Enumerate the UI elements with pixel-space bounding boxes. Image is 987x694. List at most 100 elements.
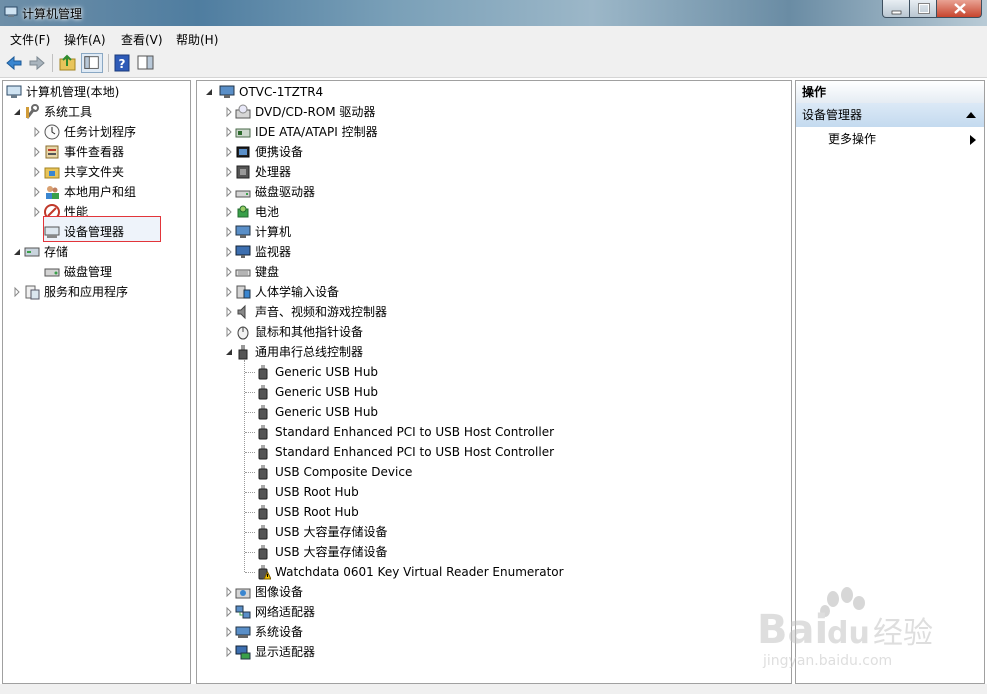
expand-toggle[interactable] (225, 222, 233, 242)
expand-toggle[interactable] (225, 182, 233, 202)
tree-item-label: Generic USB Hub (275, 385, 379, 399)
device-category[interactable]: 监视器 (197, 242, 597, 262)
more-actions-item[interactable]: 更多操作 (828, 129, 876, 149)
services-icon (25, 285, 40, 300)
expand-toggle[interactable] (225, 102, 233, 122)
expand-toggle[interactable] (33, 182, 41, 202)
usb-device-item[interactable]: Watchdata 0601 Key Virtual Reader Enumer… (197, 562, 717, 582)
expand-toggle[interactable] (225, 342, 233, 362)
expand-toggle[interactable] (225, 602, 233, 622)
tree-item-label: 系统设备 (255, 625, 304, 639)
expand-toggle[interactable] (225, 282, 233, 302)
nav-tree-item[interactable]: 共享文件夹 (3, 162, 188, 182)
tree-item-label: 便携设备 (255, 145, 304, 159)
usb-device-item[interactable]: USB Composite Device (197, 462, 717, 482)
expand-toggle[interactable] (13, 242, 21, 262)
device-category[interactable]: 磁盘驱动器 (197, 182, 597, 202)
device-tree-root[interactable]: OTVC-1TZTR4 (197, 82, 497, 102)
close-button[interactable] (936, 0, 982, 18)
expand-toggle[interactable] (225, 302, 233, 322)
back-arrow-icon[interactable] (4, 53, 24, 73)
expand-toggle[interactable] (13, 102, 21, 122)
usb-device-item[interactable]: USB Root Hub (197, 502, 717, 522)
tree-item-label: 监视器 (255, 245, 292, 259)
usb-device-item[interactable]: Generic USB Hub (197, 362, 717, 382)
menu-file[interactable]: 文件(F) (10, 31, 50, 48)
expand-toggle[interactable] (225, 122, 233, 142)
nav-tree-item[interactable]: 磁盘管理 (3, 262, 188, 282)
usb-plug-icon (258, 405, 268, 420)
actions-section-device-manager[interactable]: 设备管理器 (796, 103, 984, 127)
menu-help[interactable]: 帮助(H) (176, 31, 218, 48)
watermark-url: jingyan.baidu.com (762, 653, 892, 669)
help-icon[interactable]: ? (113, 53, 131, 73)
device-category[interactable]: 电池 (197, 202, 597, 222)
expand-toggle[interactable] (225, 642, 233, 662)
nav-tree-item[interactable]: 系统工具 (3, 102, 188, 122)
device-category[interactable]: 键盘 (197, 262, 597, 282)
device-manager-icon (44, 226, 60, 238)
tree-item-label: DVD/CD-ROM 驱动器 (255, 105, 376, 119)
device-category[interactable]: IDE ATA/ATAPI 控制器 (197, 122, 597, 142)
device-category[interactable]: 系统设备 (197, 622, 597, 642)
svg-text:?: ? (119, 57, 126, 71)
usb-device-item[interactable]: Generic USB Hub (197, 402, 717, 422)
nav-tree-item[interactable]: 设备管理器 (3, 222, 188, 242)
show-action-pane-icon[interactable] (135, 53, 157, 73)
nav-tree-item[interactable]: 事件查看器 (3, 142, 188, 162)
expand-toggle[interactable] (225, 142, 233, 162)
expand-toggle[interactable] (225, 202, 233, 222)
device-category[interactable]: 通用串行总线控制器 (197, 342, 597, 362)
menu-action[interactable]: 操作(A) (64, 31, 106, 48)
up-folder-icon[interactable] (58, 53, 78, 73)
nav-tree-item[interactable]: 计算机管理(本地) (3, 82, 188, 102)
forward-arrow-icon[interactable] (27, 53, 47, 73)
device-category[interactable]: 计算机 (197, 222, 597, 242)
usb-device-item[interactable]: USB 大容量存储设备 (197, 522, 717, 542)
tree-item-label: OTVC-1TZTR4 (239, 85, 324, 99)
usb-device-item[interactable]: Standard Enhanced PCI to USB Host Contro… (197, 422, 717, 442)
computer-management-icon (4, 6, 18, 17)
usb-device-item[interactable]: USB 大容量存储设备 (197, 542, 717, 562)
device-category[interactable]: 处理器 (197, 162, 597, 182)
device-category[interactable]: 鼠标和其他指针设备 (197, 322, 597, 342)
expand-toggle[interactable] (13, 282, 21, 302)
expand-toggle[interactable] (225, 242, 233, 262)
nav-tree-item[interactable]: 任务计划程序 (3, 122, 188, 142)
battery-icon (237, 205, 249, 218)
expand-toggle[interactable] (225, 262, 233, 282)
maximize-button[interactable] (909, 0, 937, 18)
tree-item-label: 磁盘管理 (64, 265, 113, 279)
nav-tree-item[interactable]: 本地用户和组 (3, 182, 188, 202)
expand-toggle[interactable] (205, 82, 213, 102)
tree-item-label: 磁盘驱动器 (255, 185, 316, 199)
tree-item-label: 设备管理器 (64, 225, 125, 239)
nav-tree-item[interactable]: 服务和应用程序 (3, 282, 188, 302)
show-hide-tree-icon[interactable] (81, 53, 103, 73)
users-icon (46, 186, 59, 199)
device-category[interactable]: 图像设备 (197, 582, 597, 602)
usb-device-item[interactable]: Generic USB Hub (197, 382, 717, 402)
expand-toggle[interactable] (225, 322, 233, 342)
expand-toggle[interactable] (225, 622, 233, 642)
expand-toggle[interactable] (33, 122, 41, 142)
device-category[interactable]: 便携设备 (197, 142, 597, 162)
expand-toggle[interactable] (33, 202, 41, 222)
tree-item-label: 事件查看器 (64, 145, 125, 159)
device-category[interactable]: 人体学输入设备 (197, 282, 597, 302)
tree-item-label: 服务和应用程序 (44, 285, 129, 299)
nav-tree-item[interactable]: 存储 (3, 242, 188, 262)
expand-toggle[interactable] (33, 162, 41, 182)
usb-device-item[interactable]: Standard Enhanced PCI to USB Host Contro… (197, 442, 717, 462)
minimize-button[interactable] (882, 0, 910, 18)
expand-toggle[interactable] (225, 162, 233, 182)
device-category[interactable]: DVD/CD-ROM 驱动器 (197, 102, 597, 122)
collapse-up-icon[interactable] (966, 111, 976, 119)
device-category[interactable]: 网络适配器 (197, 602, 597, 622)
device-category[interactable]: 声音、视频和游戏控制器 (197, 302, 597, 322)
menu-view[interactable]: 查看(V) (121, 31, 163, 48)
device-category[interactable]: 显示适配器 (197, 642, 597, 662)
usb-device-item[interactable]: USB Root Hub (197, 482, 717, 502)
expand-toggle[interactable] (33, 142, 41, 162)
expand-toggle[interactable] (225, 582, 233, 602)
